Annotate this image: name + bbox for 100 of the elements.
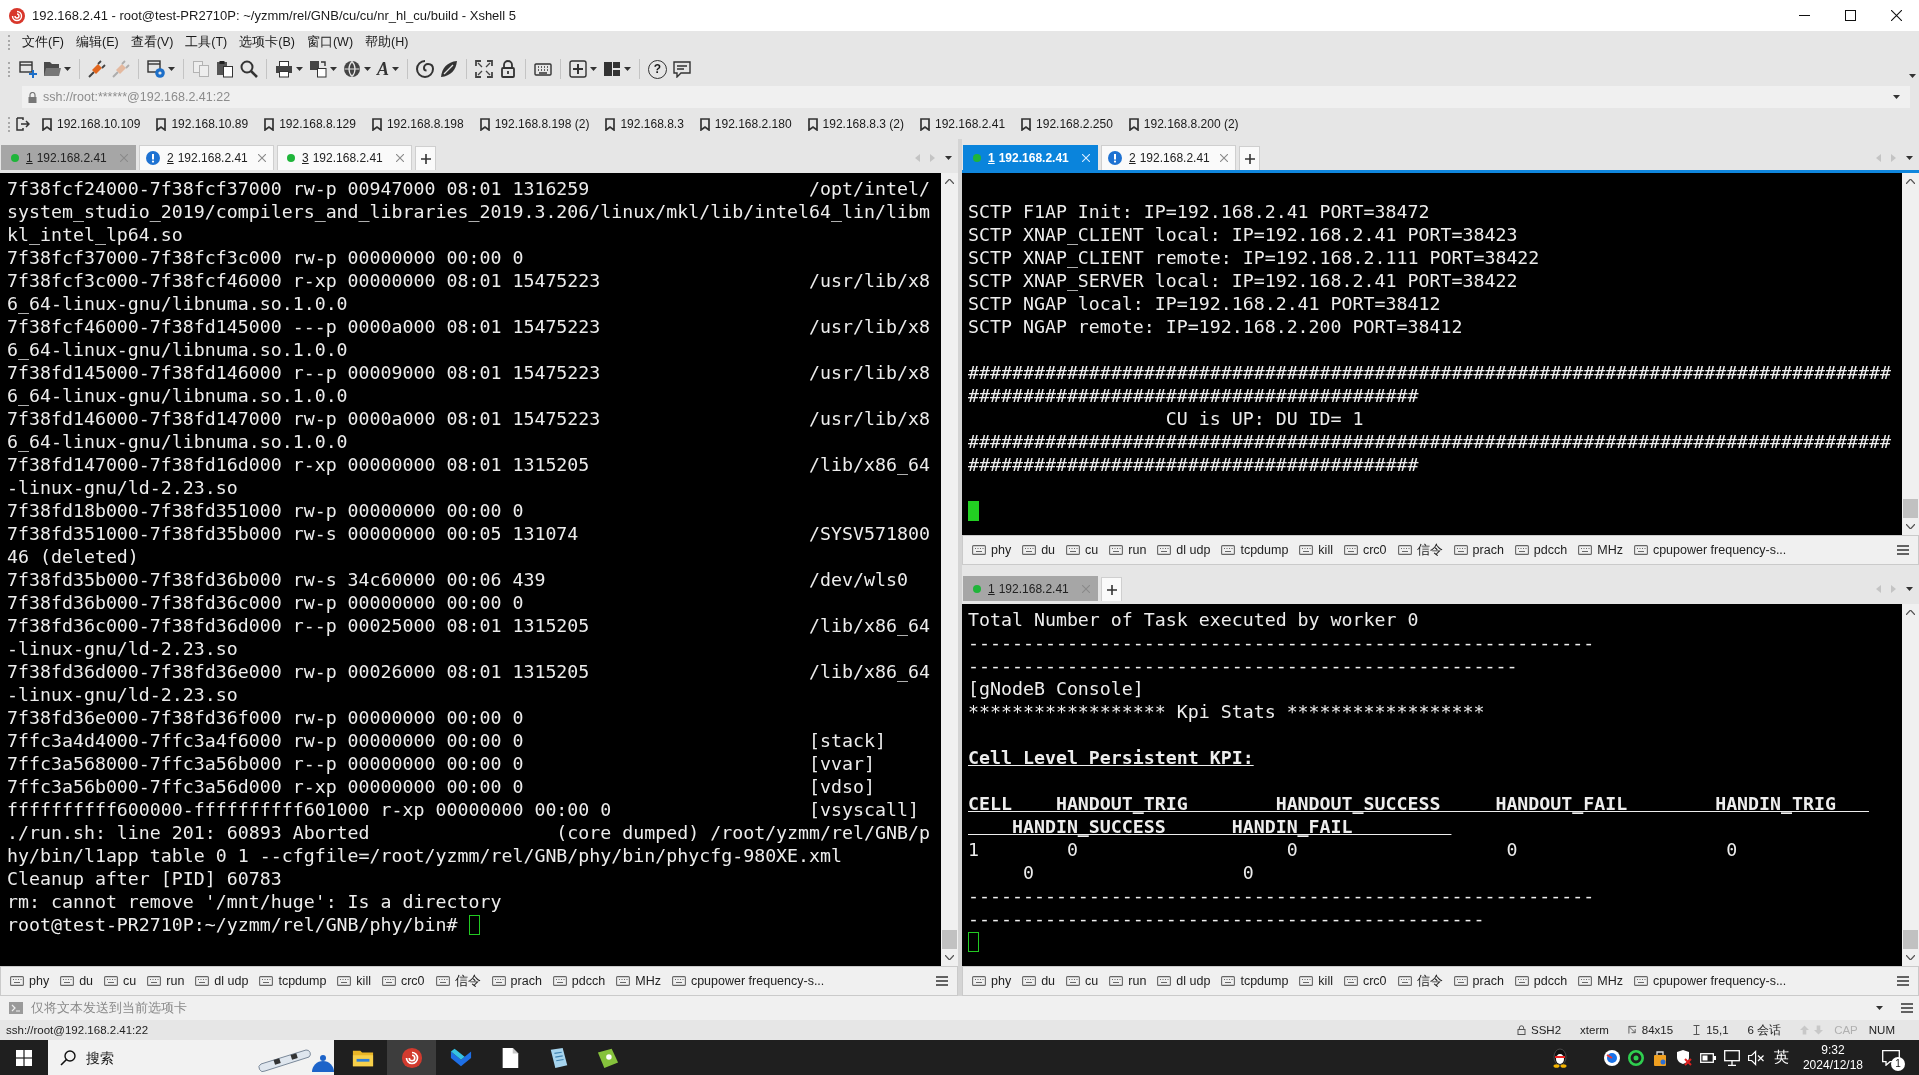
caret-icon[interactable] xyxy=(364,67,371,71)
swirl-icon[interactable] xyxy=(400,1046,423,1069)
quick-command-button[interactable]: cu xyxy=(1061,974,1105,988)
printer-icon[interactable] xyxy=(275,60,293,78)
search-field[interactable]: 搜索 xyxy=(86,1047,206,1068)
quick-command-button[interactable]: dl udp xyxy=(190,974,255,988)
bookmark-button[interactable]: 192.168.8.198 xyxy=(363,117,472,131)
menu-icon[interactable] xyxy=(936,976,948,986)
quick-command-button[interactable]: cu xyxy=(1061,543,1105,557)
quick-command-button[interactable]: dl udp xyxy=(1152,543,1217,557)
bag-icon[interactable] xyxy=(1651,1049,1668,1066)
quick-command-button[interactable]: kill xyxy=(1294,974,1339,988)
scroll-up-icon[interactable] xyxy=(1906,610,1915,615)
network-icon[interactable] xyxy=(1723,1049,1740,1066)
add-box-icon[interactable] xyxy=(569,60,587,78)
penguin-icon[interactable] xyxy=(1551,1047,1568,1068)
tag-icon[interactable] xyxy=(596,1046,619,1069)
scroll-down-icon[interactable] xyxy=(1906,955,1915,960)
quick-command-button[interactable]: 信令 xyxy=(1392,541,1449,559)
menu-icon[interactable] xyxy=(1901,1003,1913,1013)
scroll-down-icon[interactable] xyxy=(945,955,954,960)
quick-command-button[interactable]: phy xyxy=(5,974,56,988)
caret-icon[interactable] xyxy=(392,67,399,71)
close-icon[interactable] xyxy=(1891,10,1902,21)
quick-command-button[interactable]: MHz xyxy=(611,974,667,988)
menu-item[interactable]: 选项卡(B) xyxy=(233,31,301,53)
scroll-up-icon[interactable] xyxy=(1906,179,1915,184)
bookmark-button[interactable]: 192.168.2.180 xyxy=(691,117,800,131)
scrollbar-thumb[interactable] xyxy=(942,930,957,949)
session-tab[interactable]: 1 192.168.2.41 xyxy=(963,145,1098,170)
bookmark-button[interactable]: 192.168.8.129 xyxy=(256,117,364,131)
caret-icon[interactable] xyxy=(1906,155,1913,160)
quick-command-button[interactable]: 信令 xyxy=(1392,972,1449,990)
quick-command-button[interactable]: tcpdump xyxy=(1216,974,1295,988)
quick-command-button[interactable]: prach xyxy=(1448,543,1510,557)
scrollbar[interactable] xyxy=(941,173,958,966)
session-tab[interactable]: 2 192.168.2.41 xyxy=(139,145,274,170)
bookmark-button[interactable]: 192.168.8.3 xyxy=(597,117,692,131)
menu-item[interactable]: 窗口(W) xyxy=(300,31,360,53)
search-box[interactable]: 搜索 xyxy=(48,1040,334,1075)
folder-icon[interactable] xyxy=(43,60,61,78)
session-tab[interactable]: 1 192.168.2.41 xyxy=(963,576,1098,601)
quick-command-button[interactable]: prach xyxy=(486,974,548,988)
bookmark-button[interactable]: 192.168.8.200 (2) xyxy=(1120,117,1247,131)
quick-command-button[interactable]: cu xyxy=(99,974,143,988)
quick-command-button[interactable]: crc0 xyxy=(376,974,431,988)
quick-command-button[interactable]: run xyxy=(1104,974,1153,988)
quick-command-button[interactable]: crc0 xyxy=(1338,974,1393,988)
menu-item[interactable]: 文件(F) xyxy=(16,31,70,53)
quick-command-button[interactable]: pdcch xyxy=(547,974,612,988)
quick-command-button[interactable]: kill xyxy=(332,974,377,988)
browser-icon[interactable] xyxy=(1603,1049,1620,1066)
quick-command-button[interactable]: run xyxy=(142,974,191,988)
shield-icon[interactable] xyxy=(1675,1049,1692,1066)
bookmark-button[interactable]: 192.168.8.198 (2) xyxy=(471,117,598,131)
properties-button[interactable] xyxy=(144,58,178,80)
send-input-field[interactable]: 仅将文本发送到当前选项卡 xyxy=(31,999,331,1017)
menu-item[interactable]: 帮助(H) xyxy=(359,31,415,53)
quick-command-button[interactable]: cpupower frequency-s... xyxy=(1628,974,1793,988)
caret-icon[interactable] xyxy=(945,155,952,160)
quick-command-button[interactable]: dl udp xyxy=(1152,974,1217,988)
quick-command-button[interactable]: 信令 xyxy=(430,972,487,990)
input-method-indicator[interactable]: 英 xyxy=(1773,1048,1789,1067)
quick-command-button[interactable]: prach xyxy=(1448,974,1510,988)
caret-icon[interactable] xyxy=(1909,74,1916,78)
menu-item[interactable]: 编辑(E) xyxy=(69,31,125,53)
menu-icon[interactable] xyxy=(1897,545,1909,555)
clock-button[interactable]: 9:32 2024/12/18 xyxy=(1794,1042,1871,1073)
scroll-down-icon[interactable] xyxy=(1906,524,1915,529)
globe-icon[interactable] xyxy=(343,60,361,78)
quick-command-button[interactable]: crc0 xyxy=(1338,543,1393,557)
caret-icon[interactable] xyxy=(624,67,631,71)
caret-icon[interactable] xyxy=(168,67,175,71)
session-tab[interactable]: 2 192.168.2.41 xyxy=(1101,145,1236,170)
caret-icon[interactable] xyxy=(64,67,71,71)
layout-icon[interactable] xyxy=(603,60,621,78)
caret-icon[interactable] xyxy=(296,67,303,71)
quick-command-button[interactable]: cpupower frequency-s... xyxy=(1628,543,1793,557)
notification-button[interactable]: 1 xyxy=(1871,1040,1911,1075)
quick-command-button[interactable]: du xyxy=(1017,543,1062,557)
bookmark-button[interactable]: 192.168.10.109 xyxy=(34,117,149,131)
quick-command-button[interactable]: pdcch xyxy=(1509,543,1574,557)
bookmark-button[interactable]: 192.168.8.3 (2) xyxy=(799,117,912,131)
quick-command-button[interactable]: du xyxy=(55,974,100,988)
caret-icon[interactable] xyxy=(1876,1006,1883,1010)
new-tab-button[interactable] xyxy=(1239,146,1260,170)
quick-command-button[interactable]: kill xyxy=(1294,543,1339,557)
scrollbar-thumb[interactable] xyxy=(1903,499,1918,518)
session-tab[interactable]: 1 192.168.2.41 xyxy=(1,145,136,170)
quick-command-button[interactable]: MHz xyxy=(1573,974,1629,988)
menu-item[interactable]: 查看(V) xyxy=(124,31,180,53)
arrow-icon[interactable] xyxy=(16,117,30,131)
bookmark-button[interactable]: 192.168.10.89 xyxy=(148,117,257,131)
windows-logo-icon[interactable] xyxy=(16,1049,32,1066)
quick-command-button[interactable]: run xyxy=(1104,543,1153,557)
scrollbar-thumb[interactable] xyxy=(1903,930,1918,949)
new-tab-button[interactable] xyxy=(415,146,436,170)
menu-icon[interactable] xyxy=(1897,976,1909,986)
scrollbar[interactable] xyxy=(1902,604,1919,966)
font-button[interactable]: A xyxy=(374,58,402,80)
